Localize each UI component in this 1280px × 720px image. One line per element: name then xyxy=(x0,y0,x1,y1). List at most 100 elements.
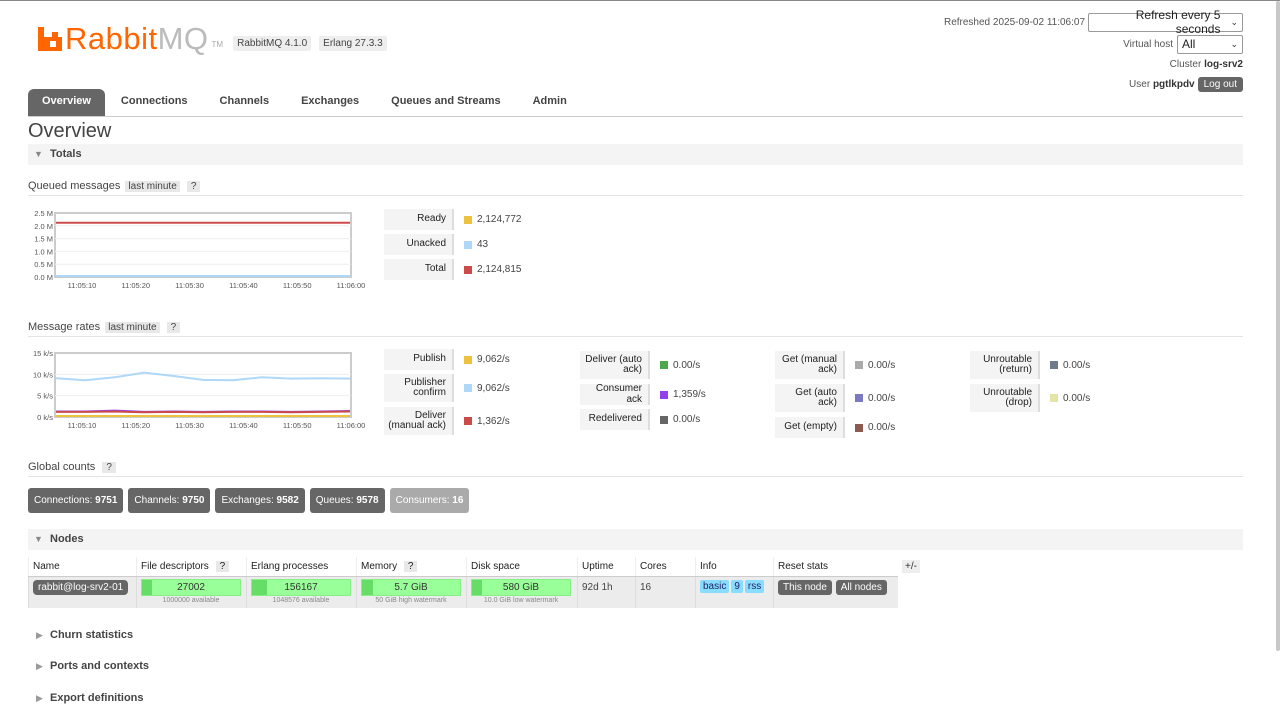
rates-help-button[interactable]: ? xyxy=(166,322,181,333)
logo-trademark: TM xyxy=(211,40,224,49)
stat-label: Redelivered xyxy=(580,409,650,430)
usage-fill xyxy=(142,579,152,595)
chart-x-tick-label: 11:05:50 xyxy=(283,281,312,290)
rates-column-4: Unroutable (return) 0.00/s Unroutable (dro… xyxy=(970,351,1090,417)
consumers-count-button[interactable]: Consumers: 16 xyxy=(389,488,470,513)
totals-section-toggle[interactable]: ▼ Totals xyxy=(28,144,1243,165)
usage-fill xyxy=(362,579,374,595)
queues-count-button[interactable]: Queues: 9578 xyxy=(309,488,385,513)
fd-help-button[interactable]: ? xyxy=(215,560,230,572)
legend-swatch[interactable] xyxy=(1050,394,1058,402)
col-reset-stats: Reset stats xyxy=(773,557,898,577)
queued-messages-title: Queued messages xyxy=(28,180,121,192)
stat-value: 1,359/s xyxy=(673,389,706,400)
legend-swatch[interactable] xyxy=(464,215,472,224)
stat-label: Unroutable (return) xyxy=(970,351,1040,379)
stat-label: Consumer ack xyxy=(580,383,650,405)
stat-value: 2,124,815 xyxy=(477,264,522,275)
legend-swatch[interactable] xyxy=(855,423,863,432)
nodes-section-toggle[interactable]: ▼ Nodes xyxy=(28,529,1243,550)
chevron-down-icon: ⌄ xyxy=(1230,38,1238,49)
global-counts-help-button[interactable]: ? xyxy=(102,462,116,473)
stat-value: 43 xyxy=(477,239,489,250)
tab-connections[interactable]: Connections xyxy=(105,89,204,116)
vhost-select[interactable]: All ⌄ xyxy=(1177,34,1243,54)
tab-admin[interactable]: Admin xyxy=(517,89,583,116)
queued-stat-row: Ready 2,124,772 xyxy=(384,209,522,230)
node-name-link[interactable]: rabbit@log-srv2-01 xyxy=(33,579,129,595)
churn-statistics-toggle[interactable]: ▶ Churn statistics xyxy=(28,627,133,643)
stat-label: Publish xyxy=(384,349,454,370)
export-definitions-toggle[interactable]: ▶ Export definitions xyxy=(28,690,144,706)
stat-label: Get (empty) xyxy=(775,417,845,438)
memory-watermark: 50 GiB high watermark xyxy=(375,596,447,604)
refresh-interval-select[interactable]: Refresh every 5 seconds ⌄ xyxy=(1088,8,1243,36)
triangle-right-icon: ▶ xyxy=(36,630,43,640)
table-row: rabbit@log-srv2-01 27002 1000000 availab… xyxy=(28,576,898,608)
rates-column-1: Publish 9,062/s Publisher confirm 9,062/s De… xyxy=(384,349,510,440)
global-counts: Connections: 9751 Channels: 9750 Exchang… xyxy=(28,488,474,513)
chart-x-tick-label: 11:05:20 xyxy=(121,421,150,430)
legend-swatch[interactable] xyxy=(660,361,668,369)
rates-col4-stat-row: Unroutable (return) 0.00/s xyxy=(970,351,1090,379)
col-disk-space: Disk space xyxy=(466,557,578,577)
legend-swatch[interactable] xyxy=(464,240,472,249)
queued-range-tag[interactable]: last minute xyxy=(125,181,180,192)
usage-fill xyxy=(472,579,482,595)
chart-y-tick-label: 1.5 M xyxy=(34,235,53,244)
stat-value: 0.00/s xyxy=(673,414,701,425)
exchanges-count-button[interactable]: Exchanges: 9582 xyxy=(215,488,305,513)
chart-series-line xyxy=(56,410,351,414)
legend-swatch[interactable] xyxy=(855,394,863,402)
legend-swatch[interactable] xyxy=(660,415,668,424)
ports-and-contexts-toggle[interactable]: ▶ Ports and contexts xyxy=(28,658,149,674)
chart-y-tick-label: 0.5 M xyxy=(34,260,53,269)
legend-swatch[interactable] xyxy=(1050,361,1058,369)
user-name: pgtlkpdv xyxy=(1152,78,1195,90)
stat-value: 0.00/s xyxy=(868,422,896,433)
legend-swatch[interactable] xyxy=(855,361,863,369)
reset-all-nodes-button[interactable]: All nodes xyxy=(835,579,887,595)
message-rates-chart: 15 k/s 10 k/s 5 k/s 0 k/s 11:05:10 11:05:20 11… xyxy=(28,347,373,433)
stat-value: 0.00/s xyxy=(868,392,896,404)
tab-overview[interactable]: Overview xyxy=(28,89,105,116)
col-file-descriptors: File descriptors ? xyxy=(136,557,247,577)
vhost-label: Virtual host xyxy=(1123,38,1173,50)
rates-col2-stat-row: Consumer ack 1,359/s xyxy=(580,383,706,405)
legend-swatch[interactable] xyxy=(464,384,472,392)
chart-y-tick-label: 5 k/s xyxy=(37,392,53,401)
fd-usage-bar: 27002 xyxy=(141,578,241,596)
tab-channels[interactable]: Channels xyxy=(204,89,286,116)
chart-x-tick-label: 11:05:40 xyxy=(229,421,258,430)
columns-toggle-button[interactable]: +/- xyxy=(902,560,920,573)
reset-this-node-button[interactable]: This node xyxy=(778,579,832,595)
page-scrollbar[interactable] xyxy=(1276,1,1280,651)
col-name: Name xyxy=(28,557,137,577)
disk-watermark: 10.0 GiB low watermark xyxy=(483,596,559,604)
queued-stats: Ready 2,124,772 Unacked 43 Total 2,124,815 xyxy=(384,209,522,284)
stat-label: Unroutable (drop) xyxy=(970,384,1040,412)
memory-usage-bar: 5.7 GiB xyxy=(361,578,461,596)
logo-text: RabbitMQ xyxy=(65,21,209,56)
memory-help-button[interactable]: ? xyxy=(403,560,418,572)
uptime-value: 92d 1h xyxy=(577,576,636,608)
rabbitmq-logo[interactable]: RabbitMQ TM RabbitMQ 4.1.0 Erlang 27.3.3 xyxy=(38,23,391,55)
erlang-version: Erlang 27.3.3 xyxy=(319,36,387,51)
col-erlang-processes: Erlang processes xyxy=(246,557,357,577)
legend-swatch[interactable] xyxy=(464,265,472,274)
triangle-right-icon: ▶ xyxy=(36,661,43,671)
legend-swatch[interactable] xyxy=(464,417,472,425)
rates-col2-stat-row: Deliver (auto ack) 0.00/s xyxy=(580,351,706,379)
queued-messages-chart: 2.5 M 2.0 M 1.5 M 1.0 M 0.5 M 0.0 M 11:05:10 11… xyxy=(28,207,373,293)
legend-swatch[interactable] xyxy=(660,390,668,399)
tab-queues-and-streams[interactable]: Queues and Streams xyxy=(375,89,516,116)
legend-swatch[interactable] xyxy=(464,355,472,364)
rates-col3-stat-row: Get (empty) 0.00/s xyxy=(775,417,895,438)
tab-exchanges[interactable]: Exchanges xyxy=(285,89,375,116)
queued-help-button[interactable]: ? xyxy=(186,181,201,192)
connections-count-button[interactable]: Connections: 9751 xyxy=(28,488,124,513)
channels-count-button[interactable]: Channels: 9750 xyxy=(128,488,211,513)
queued-stat-row: Total 2,124,815 xyxy=(384,259,522,280)
chart-y-tick-label: 0 k/s xyxy=(37,413,53,422)
rates-range-tag[interactable]: last minute xyxy=(105,322,160,333)
